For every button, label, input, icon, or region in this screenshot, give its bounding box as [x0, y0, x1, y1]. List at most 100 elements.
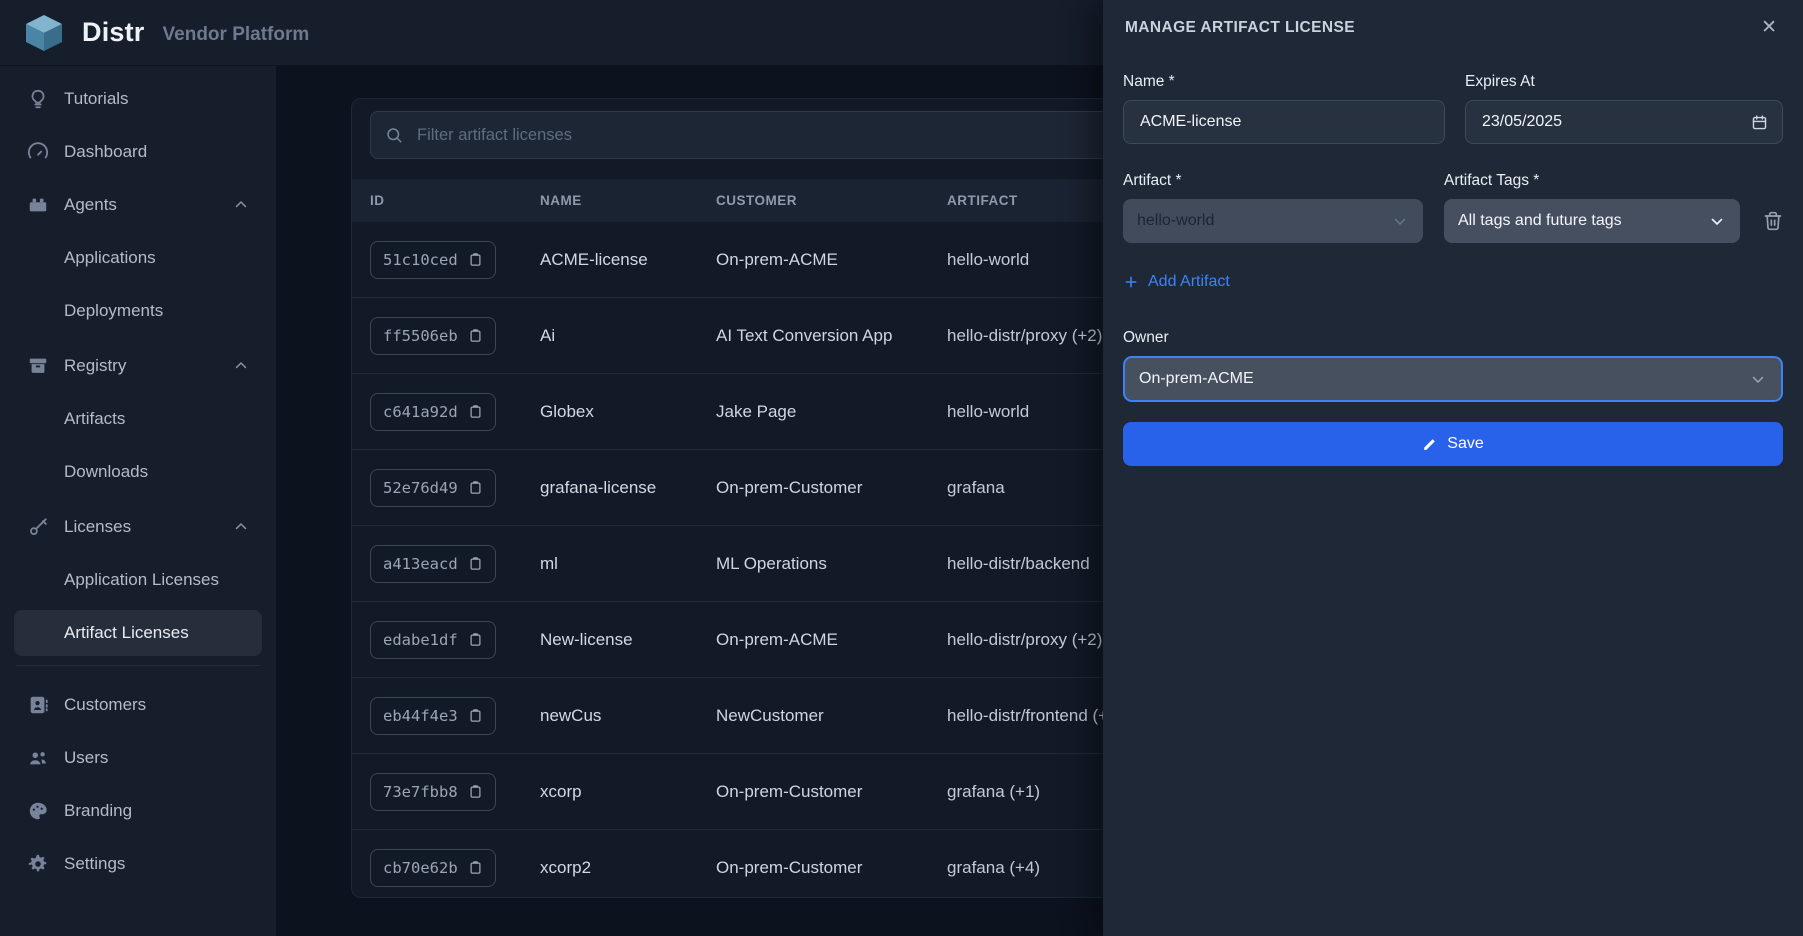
- contact-icon: [26, 693, 50, 717]
- sidebar-item-dashboard[interactable]: Dashboard: [14, 129, 262, 175]
- license-customer: NewCustomer: [716, 706, 947, 726]
- license-id: ff5506eb: [383, 327, 458, 345]
- chevron-down-icon: [1749, 370, 1767, 388]
- sidebar-item-artifacts[interactable]: Artifacts: [14, 396, 262, 442]
- column-header-customer: CUSTOMER: [716, 193, 947, 208]
- sidebar-item-tutorials[interactable]: Tutorials: [14, 76, 262, 122]
- sidebar-item-deployments[interactable]: Deployments: [14, 288, 262, 334]
- copy-icon[interactable]: [468, 328, 483, 343]
- license-name: xcorp2: [540, 858, 716, 878]
- sidebar-item-registry[interactable]: Registry: [14, 343, 262, 389]
- sidebar-item-branding[interactable]: Branding: [14, 788, 262, 834]
- trash-icon: [1763, 211, 1783, 231]
- calendar-icon[interactable]: [1751, 114, 1768, 131]
- artifact-tags-select-value: All tags and future tags: [1458, 212, 1622, 230]
- sidebar-divider: [16, 665, 260, 666]
- sidebar-item-customers[interactable]: Customers: [14, 682, 262, 728]
- manage-artifact-license-drawer: MANAGE ARTIFACT LICENSE ✕ Name * Expires…: [1103, 0, 1803, 936]
- column-header-name: NAME: [540, 193, 716, 208]
- license-customer: AI Text Conversion App: [716, 326, 947, 346]
- sidebar-item-label: Dashboard: [64, 142, 147, 162]
- close-icon[interactable]: ✕: [1761, 18, 1777, 37]
- expires-at-field[interactable]: [1480, 112, 1743, 132]
- license-id: eb44f4e3: [383, 707, 458, 725]
- license-name: New-license: [540, 630, 716, 650]
- license-name: xcorp: [540, 782, 716, 802]
- license-id: a413eacd: [383, 555, 458, 573]
- copy-icon[interactable]: [468, 252, 483, 267]
- sidebar-item-downloads[interactable]: Downloads: [14, 449, 262, 495]
- sidebar-item-label: Users: [64, 748, 108, 768]
- copy-icon[interactable]: [468, 632, 483, 647]
- sidebar-item-application-licenses[interactable]: Application Licenses: [14, 557, 262, 603]
- sidebar-item-label: Application Licenses: [64, 570, 219, 590]
- sidebar-item-label: Deployments: [64, 301, 163, 321]
- chevron-up-icon[interactable]: [232, 518, 250, 536]
- users-icon: [26, 746, 50, 770]
- license-name: ACME-license: [540, 250, 716, 270]
- sidebar-item-artifact-licenses[interactable]: Artifact Licenses: [14, 610, 262, 656]
- chevron-up-icon[interactable]: [232, 196, 250, 214]
- plus-icon: [1123, 274, 1139, 290]
- license-id-chip[interactable]: cb70e62b: [370, 849, 496, 887]
- license-name: Ai: [540, 326, 716, 346]
- copy-icon[interactable]: [468, 480, 483, 495]
- copy-icon[interactable]: [468, 708, 483, 723]
- license-id: c641a92d: [383, 403, 458, 421]
- sidebar-item-agents[interactable]: Agents: [14, 182, 262, 228]
- save-button-label: Save: [1447, 435, 1483, 453]
- sidebar-item-label: Artifact Licenses: [64, 623, 189, 643]
- artifact-select[interactable]: hello-world: [1123, 199, 1423, 243]
- license-id: 51c10ced: [383, 251, 458, 269]
- artifact-tags-select[interactable]: All tags and future tags: [1444, 199, 1740, 243]
- expires-at-field-wrap: [1465, 100, 1783, 144]
- add-artifact-label: Add Artifact: [1148, 273, 1230, 291]
- add-artifact-button[interactable]: Add Artifact: [1123, 273, 1230, 291]
- chevron-down-icon: [1708, 212, 1726, 230]
- license-id-chip[interactable]: 52e76d49: [370, 469, 496, 507]
- chevron-up-icon[interactable]: [232, 357, 250, 375]
- license-name: grafana-license: [540, 478, 716, 498]
- license-id-chip[interactable]: ff5506eb: [370, 317, 496, 355]
- license-id-chip[interactable]: c641a92d: [370, 393, 496, 431]
- sidebar-item-licenses[interactable]: Licenses: [14, 504, 262, 550]
- copy-icon[interactable]: [468, 860, 483, 875]
- sidebar-item-label: Applications: [64, 248, 156, 268]
- license-id-chip[interactable]: 51c10ced: [370, 241, 496, 279]
- license-customer: On-prem-Customer: [716, 478, 947, 498]
- gauge-icon: [26, 140, 50, 164]
- artifact-select-value: hello-world: [1137, 212, 1214, 230]
- palette-icon: [26, 799, 50, 823]
- sidebar-item-settings[interactable]: Settings: [14, 841, 262, 887]
- sidebar-item-applications[interactable]: Applications: [14, 235, 262, 281]
- brand-name: Distr: [82, 17, 145, 48]
- sidebar-item-label: Tutorials: [64, 89, 129, 109]
- sidebar-item-label: Registry: [64, 356, 126, 376]
- expires-at-label: Expires At: [1465, 73, 1783, 91]
- license-name: newCus: [540, 706, 716, 726]
- license-customer: On-prem-Customer: [716, 782, 947, 802]
- lightbulb-icon: [26, 87, 50, 111]
- copy-icon[interactable]: [468, 784, 483, 799]
- sidebar-item-users[interactable]: Users: [14, 735, 262, 781]
- license-id-chip[interactable]: eb44f4e3: [370, 697, 496, 735]
- license-id-chip[interactable]: 73e7fbb8: [370, 773, 496, 811]
- license-id: edabe1df: [383, 631, 458, 649]
- app-window: Distr Vendor Platform TutorialsDashboard…: [0, 0, 1803, 936]
- owner-select[interactable]: On-prem-ACME: [1123, 356, 1783, 402]
- sidebar-nav: Tutorials Dashboard Agents Applications Depl…: [0, 66, 277, 936]
- license-id-chip[interactable]: edabe1df: [370, 621, 496, 659]
- copy-icon[interactable]: [468, 556, 483, 571]
- license-customer: ML Operations: [716, 554, 947, 574]
- license-id: 52e76d49: [383, 479, 458, 497]
- remove-artifact-button[interactable]: [1761, 199, 1785, 243]
- owner-label: Owner: [1123, 329, 1783, 347]
- sidebar-item-label: Downloads: [64, 462, 148, 482]
- license-customer: On-prem-ACME: [716, 630, 947, 650]
- save-button[interactable]: Save: [1123, 422, 1783, 466]
- license-id-chip[interactable]: a413eacd: [370, 545, 496, 583]
- copy-icon[interactable]: [468, 404, 483, 419]
- name-field[interactable]: [1138, 112, 1430, 132]
- license-id: 73e7fbb8: [383, 783, 458, 801]
- license-customer: Jake Page: [716, 402, 947, 422]
